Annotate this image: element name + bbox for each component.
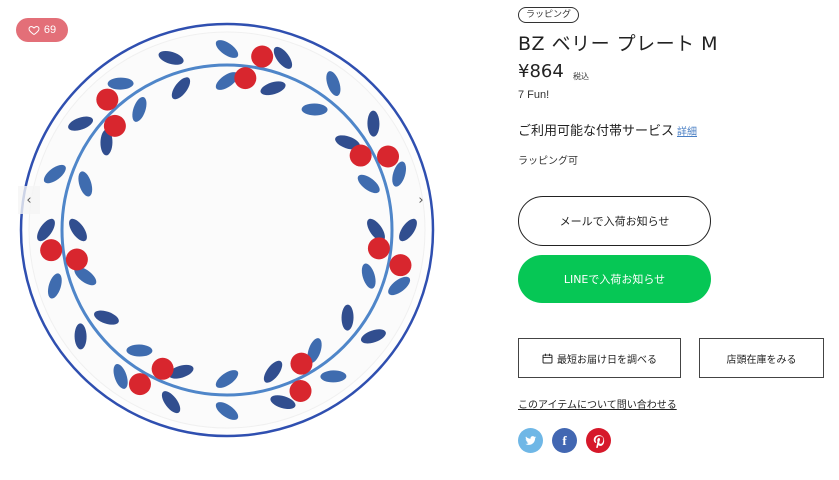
heart-icon bbox=[28, 25, 40, 36]
twitter-share-button[interactable] bbox=[518, 428, 543, 453]
berry bbox=[349, 144, 372, 167]
delivery-check-label: 最短お届け日を調べる bbox=[557, 354, 657, 366]
berry bbox=[128, 373, 151, 396]
store-stock-button[interactable]: 店頭在庫をみる bbox=[699, 338, 824, 378]
berry bbox=[234, 67, 257, 90]
gallery-prev-button[interactable]: ‹ bbox=[18, 186, 40, 214]
product-image bbox=[19, 22, 435, 438]
mail-notify-label: メールで入荷お知らせ bbox=[559, 215, 670, 228]
pinterest-share-button[interactable] bbox=[586, 428, 611, 453]
like-count: 69 bbox=[43, 24, 57, 36]
gallery-next-button[interactable]: › bbox=[410, 186, 432, 214]
fun-points: 7 Fun! bbox=[518, 89, 550, 101]
berry bbox=[65, 248, 88, 271]
service-label: ご利用可能な付帯サービス bbox=[518, 124, 675, 139]
berry bbox=[367, 237, 390, 260]
berry bbox=[377, 145, 400, 168]
facebook-icon: f bbox=[562, 432, 567, 448]
twitter-icon bbox=[525, 436, 537, 445]
mail-notify-button[interactable]: メールで入荷お知らせ bbox=[518, 196, 711, 246]
berry bbox=[251, 45, 274, 68]
chevron-left-icon: ‹ bbox=[26, 192, 32, 208]
pinterest-icon bbox=[593, 434, 604, 448]
berry bbox=[103, 114, 126, 137]
product-image-gallery: 69 ‹ › bbox=[0, 0, 440, 480]
tax-note: 税込 bbox=[573, 72, 589, 81]
store-stock-label: 店頭在庫をみる bbox=[726, 354, 797, 366]
wrapping-tag: ラッピング bbox=[518, 7, 580, 23]
berry bbox=[389, 254, 412, 277]
berry bbox=[289, 380, 312, 403]
product-title: BZ ベリー プレート M bbox=[518, 33, 719, 55]
facebook-share-button[interactable]: f bbox=[552, 428, 577, 453]
chevron-right-icon: › bbox=[418, 192, 424, 208]
service-detail-link[interactable]: 詳細 bbox=[677, 123, 697, 138]
inquiry-link[interactable]: このアイテムについて問い合わせる bbox=[518, 396, 677, 411]
line-notify-label: LINEで入荷お知らせ bbox=[563, 273, 666, 286]
calendar-icon bbox=[542, 353, 553, 363]
berry bbox=[290, 352, 313, 375]
wrapping-note: ラッピング可 bbox=[518, 156, 578, 167]
berry bbox=[151, 357, 174, 380]
delivery-check-button[interactable]: 最短お届け日を調べる bbox=[518, 338, 681, 378]
line-notify-button[interactable]: LINEで入荷お知らせ bbox=[518, 255, 711, 303]
berry bbox=[40, 239, 63, 262]
berry bbox=[96, 88, 119, 111]
product-price: ¥864 bbox=[518, 61, 564, 82]
like-button[interactable]: 69 bbox=[16, 18, 68, 42]
